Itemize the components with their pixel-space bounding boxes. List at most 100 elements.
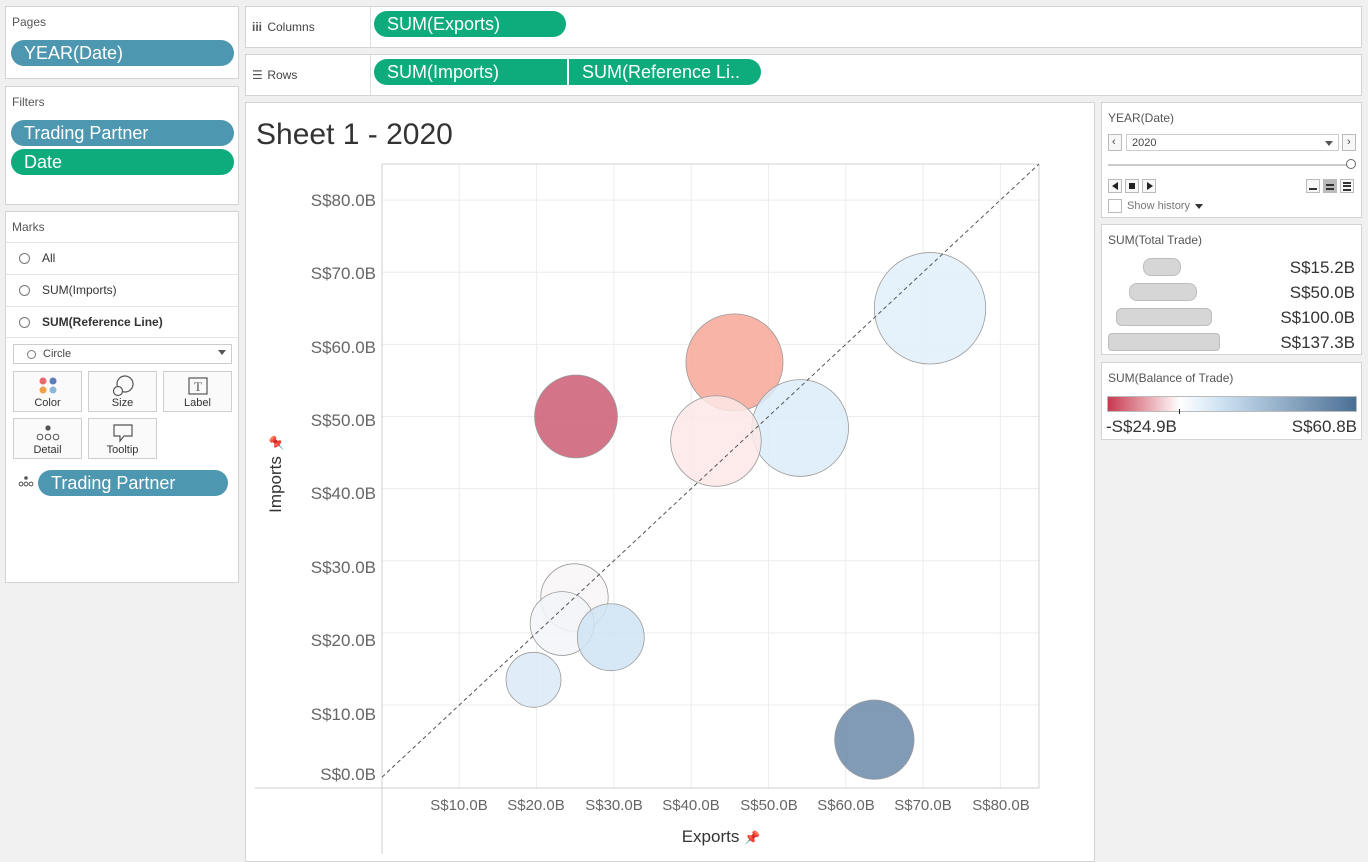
- columns-shelf: iii Columns SUM(Exports): [245, 6, 1362, 48]
- tooltip-icon: [89, 422, 156, 444]
- size-legend-label: S$15.2B: [1289, 258, 1355, 277]
- detail-pill-trading-partner[interactable]: Trading Partner: [38, 470, 228, 496]
- size-legend-swatch: [1108, 333, 1220, 351]
- marks-card: Marks All SUM(Imports) SUM(Reference Lin…: [5, 211, 239, 583]
- next-page-button[interactable]: ›: [1342, 134, 1356, 151]
- y-tick: S$30.0B: [310, 558, 376, 577]
- x-tick: S$20.0B: [507, 797, 565, 814]
- prev-page-button[interactable]: ‹: [1108, 134, 1122, 151]
- rows-pill-sum-imports[interactable]: SUM(Imports): [374, 59, 567, 85]
- tooltip-button[interactable]: Tooltip: [88, 418, 157, 459]
- chevron-down-icon: [1325, 141, 1333, 146]
- show-history-checkbox[interactable]: [1108, 199, 1122, 213]
- pin-icon: 📌: [744, 830, 761, 845]
- y-tick: S$20.0B: [310, 631, 376, 650]
- pages-card: Pages YEAR(Date): [5, 6, 239, 79]
- rows-label: ☰ Rows: [252, 68, 298, 82]
- color-ramp-midpoint: [1179, 409, 1180, 414]
- marks-row-label: SUM(Reference Line): [42, 315, 163, 329]
- pages-title: Pages: [12, 15, 47, 29]
- color-button[interactable]: Color: [13, 371, 82, 412]
- filter-pill-trading-partner[interactable]: Trading Partner: [11, 120, 234, 146]
- y-tick: S$60.0B: [310, 338, 376, 357]
- x-tick: S$80.0B: [972, 797, 1030, 814]
- pages-pill-year-date[interactable]: YEAR(Date): [11, 40, 234, 66]
- svg-text:T: T: [194, 379, 202, 394]
- radio-icon: [19, 285, 30, 296]
- page-slider-track[interactable]: [1108, 164, 1352, 166]
- speed-medium-icon: [1326, 184, 1334, 190]
- mark-type-value: Circle: [43, 348, 72, 360]
- detail-icon: [14, 422, 81, 444]
- size-button-label: Size: [111, 397, 134, 409]
- speed-slow-button[interactable]: [1306, 179, 1320, 193]
- circle-icon: [27, 350, 36, 359]
- columns-pill-sum-exports[interactable]: SUM(Exports): [374, 11, 566, 37]
- columns-label: iii Columns: [252, 20, 315, 34]
- y-tick: S$50.0B: [310, 411, 376, 430]
- marks-row-sum-imports[interactable]: SUM(Imports): [6, 274, 238, 306]
- detail-icon: [18, 475, 34, 494]
- x-tick: S$10.0B: [430, 797, 488, 814]
- pin-icon: 📌: [269, 435, 284, 452]
- label-button-label: Label: [184, 397, 211, 409]
- color-legend-max: S$60.8B: [1291, 417, 1357, 436]
- x-tick: S$30.0B: [585, 797, 643, 814]
- size-legend-label: S$137.3B: [1280, 333, 1355, 352]
- marks-row-label: All: [42, 251, 56, 265]
- size-icon: [89, 375, 156, 397]
- x-tick: S$50.0B: [740, 797, 798, 814]
- page-slider-thumb[interactable]: [1346, 159, 1356, 169]
- y-tick: S$40.0B: [310, 484, 376, 503]
- play-back-icon: [1112, 182, 1118, 190]
- rows-icon: ☰: [252, 68, 263, 82]
- rows-pill-sum-reference-line[interactable]: SUM(Reference Li..: [569, 59, 761, 85]
- color-legend-min: -S$24.9B: [1106, 417, 1177, 436]
- columns-icon: iii: [252, 20, 263, 34]
- size-legend-label: S$50.0B: [1289, 283, 1355, 302]
- color-ramp[interactable]: [1107, 396, 1357, 412]
- radio-icon: [19, 317, 30, 328]
- page-select[interactable]: 2020: [1126, 134, 1339, 151]
- size-legend-card: SUM(Total Trade) S$15.2B S$50.0B S$100.0…: [1101, 224, 1362, 355]
- filters-card: Filters Trading Partner Date: [5, 86, 239, 205]
- speed-medium-button[interactable]: [1323, 179, 1337, 193]
- x-axis-ticks: S$10.0B S$20.0B S$30.0B S$40.0B S$50.0B …: [246, 797, 1096, 821]
- size-legend-swatch: [1116, 308, 1212, 326]
- shelf-divider: [370, 7, 371, 47]
- marks-title: Marks: [12, 220, 45, 234]
- page-control-card: YEAR(Date) ‹ 2020 › Show history: [1101, 102, 1362, 218]
- x-axis-title[interactable]: Exports 📌: [646, 827, 796, 847]
- chevron-down-icon: [218, 350, 226, 355]
- x-tick: S$60.0B: [817, 797, 875, 814]
- rows-shelf: ☰ Rows SUM(Imports) SUM(Reference Li..: [245, 54, 1362, 96]
- color-icon: [14, 375, 81, 397]
- mark-type-dropdown[interactable]: Circle: [13, 344, 232, 364]
- filter-pill-date[interactable]: Date: [11, 149, 234, 175]
- size-button[interactable]: Size: [88, 371, 157, 412]
- size-legend-title: SUM(Total Trade): [1108, 233, 1203, 247]
- speed-slow-icon: [1309, 188, 1317, 190]
- filters-title: Filters: [12, 95, 45, 109]
- play-forward-icon: [1147, 182, 1153, 190]
- chevron-right-icon: ›: [1347, 136, 1351, 148]
- stop-icon: [1129, 183, 1135, 189]
- y-tick: S$0.0B: [320, 765, 376, 784]
- radio-icon: [19, 253, 30, 264]
- y-tick: S$80.0B: [310, 191, 376, 210]
- label-button[interactable]: T Label: [163, 371, 232, 412]
- color-legend-title: SUM(Balance of Trade): [1108, 371, 1234, 385]
- chevron-down-icon: [1195, 204, 1204, 209]
- detail-button[interactable]: Detail: [13, 418, 82, 459]
- x-tick: S$70.0B: [894, 797, 952, 814]
- marks-row-all[interactable]: All: [6, 242, 238, 274]
- y-tick: S$70.0B: [310, 264, 376, 283]
- show-history-label[interactable]: Show history: [1127, 200, 1204, 212]
- play-back-button[interactable]: [1108, 179, 1122, 193]
- play-forward-button[interactable]: [1142, 179, 1156, 193]
- stop-button[interactable]: [1125, 179, 1139, 193]
- color-button-label: Color: [34, 397, 61, 409]
- y-axis-title[interactable]: Imports 📌: [266, 409, 288, 539]
- marks-row-sum-reference-line[interactable]: SUM(Reference Line): [6, 306, 238, 338]
- speed-fast-button[interactable]: [1340, 179, 1354, 193]
